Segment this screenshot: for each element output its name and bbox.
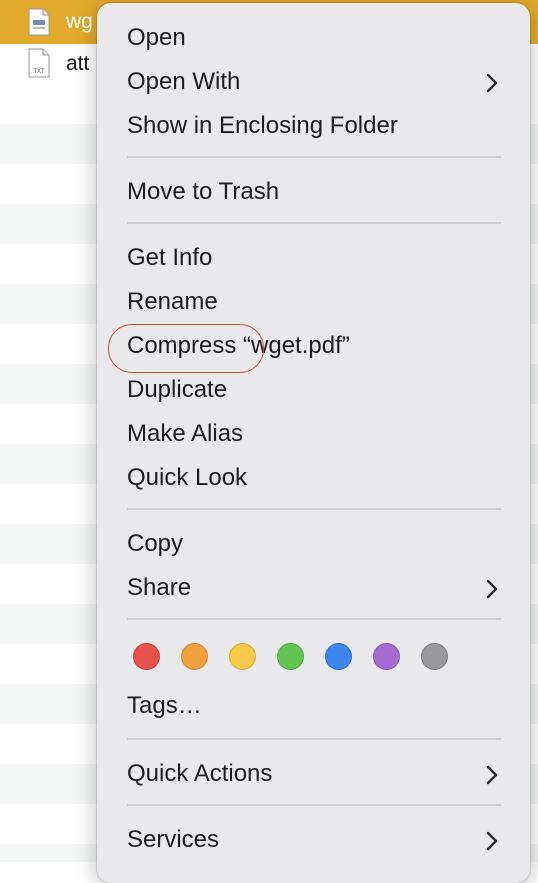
txt-file-icon: TXT xyxy=(27,48,51,78)
menu-separator xyxy=(127,618,501,620)
menu-item-label: Rename xyxy=(127,288,218,315)
menu-item-label: Make Alias xyxy=(127,420,244,447)
menu-item-label: Quick Look xyxy=(127,464,248,491)
chevron-right-icon xyxy=(482,830,502,852)
menu-item-label: Copy xyxy=(127,530,184,557)
tag-color-blue[interactable] xyxy=(325,643,352,670)
menu-item-get-info[interactable]: Get Info xyxy=(97,237,530,281)
menu-item-label: Open xyxy=(127,24,186,51)
menu-separator xyxy=(127,738,501,740)
menu-separator xyxy=(127,508,501,510)
tag-color-red[interactable] xyxy=(133,643,160,670)
menu-item-quick-look[interactable]: Quick Look xyxy=(97,457,530,501)
menu-item-share[interactable]: Share xyxy=(97,567,530,611)
txt-badge: TXT xyxy=(33,69,45,75)
menu-separator xyxy=(127,804,501,806)
menu-item-make-alias[interactable]: Make Alias xyxy=(97,413,530,457)
menu-item-rename[interactable]: Rename xyxy=(97,281,530,325)
menu-item-move-to-trash[interactable]: Move to Trash xyxy=(97,171,530,215)
menu-item-services[interactable]: Services xyxy=(97,819,530,863)
tag-color-green[interactable] xyxy=(277,643,304,670)
menu-item-copy[interactable]: Copy xyxy=(97,523,530,567)
menu-item-quick-actions[interactable]: Quick Actions xyxy=(97,753,530,797)
menu-item-duplicate[interactable]: Duplicate xyxy=(97,369,530,413)
chevron-right-icon xyxy=(482,764,502,786)
menu-separator xyxy=(127,156,501,158)
pdf-file-icon xyxy=(27,8,51,36)
menu-item-show-in-enclosing-folder[interactable]: Show in Enclosing Folder xyxy=(97,105,530,149)
annotation-circle xyxy=(108,324,264,373)
menu-item-label: Get Info xyxy=(127,244,213,271)
menu-item-open-with[interactable]: Open With xyxy=(97,61,530,105)
menu-item-tags[interactable]: Tags… xyxy=(97,685,530,729)
menu-item-label: Share xyxy=(127,574,192,601)
menu-item-label: Duplicate xyxy=(127,376,228,403)
context-menu: Open Open With Show in Enclosing Folder … xyxy=(97,3,530,883)
menu-item-label: Move to Trash xyxy=(127,178,280,205)
tag-color-yellow[interactable] xyxy=(229,643,256,670)
chevron-right-icon xyxy=(482,578,502,600)
chevron-right-icon xyxy=(482,72,502,94)
tag-color-gray[interactable] xyxy=(421,643,448,670)
file-name: att xyxy=(66,52,90,75)
menu-item-label: Open With xyxy=(127,68,241,95)
menu-item-label: Services xyxy=(127,826,220,853)
menu-separator xyxy=(127,222,501,224)
tag-color-purple[interactable] xyxy=(373,643,400,670)
file-name: wg xyxy=(66,10,93,33)
menu-item-label: Quick Actions xyxy=(127,760,273,787)
menu-item-label: Tags… xyxy=(127,692,202,719)
menu-item-open[interactable]: Open xyxy=(97,17,530,61)
menu-item-label: Show in Enclosing Folder xyxy=(127,112,398,139)
tag-color-orange[interactable] xyxy=(181,643,208,670)
